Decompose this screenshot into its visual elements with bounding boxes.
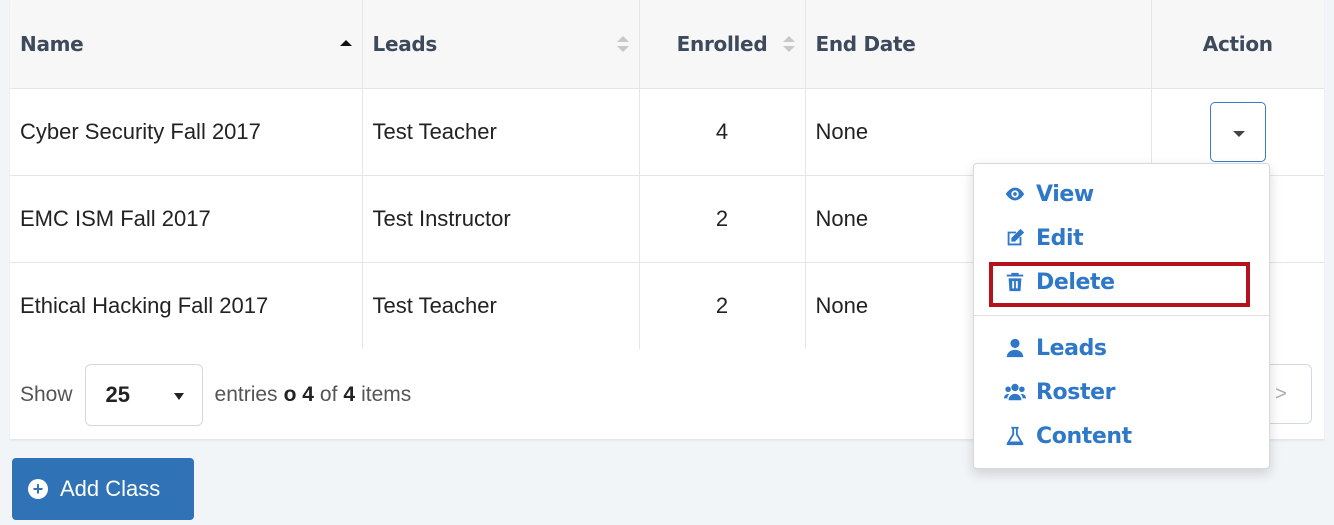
cell-enrolled: 4 [639,88,806,175]
chevron-down-icon [173,393,184,400]
column-header-name[interactable]: Name [10,0,363,88]
cell-name: Cyber Security Fall 2017 [10,88,363,175]
column-header-action-label: Action [1202,31,1273,56]
menu-item-label: View [1036,181,1094,207]
column-header-end-date-label: End Date [815,31,916,56]
menu-item-roster[interactable]: Roster [1004,374,1115,410]
show-label: Show [20,383,73,406]
menu-item-content[interactable]: Content [1004,418,1132,454]
menu-divider [974,315,1269,316]
sort-asc-icon [339,38,352,58]
of-label: of [319,383,338,406]
column-header-name-label: Name [20,31,84,56]
plus-circle-icon: + [28,479,48,499]
user-icon [1006,338,1024,358]
cell-enrolled: 2 [639,175,806,262]
cell-name: Ethical Hacking Fall 2017 [10,262,363,349]
eye-icon [1005,187,1025,201]
entries-label: entries [214,383,278,406]
column-header-enrolled-label: Enrolled [676,31,768,56]
add-class-label: Add Class [60,476,161,501]
users-icon [1004,383,1026,401]
table-header-row: Name Leads Enrolled End Date Action [10,0,1324,88]
delete-highlight-box [989,262,1250,307]
total-count: 4 [343,383,356,406]
sort-icon [616,34,629,54]
action-dropdown-button[interactable] [1209,101,1266,162]
column-header-action: Action [1151,0,1324,88]
cell-action [1151,88,1324,175]
menu-item-label: Content [1036,423,1132,449]
table-row: Cyber Security Fall 2017 Test Teacher 4 … [10,88,1324,175]
column-header-leads-label: Leads [372,31,438,56]
cell-enrolled: 2 [639,262,806,349]
menu-item-label: Edit [1036,225,1084,251]
page-size-select[interactable]: 25 [84,364,203,426]
cell-end-date: None [805,88,1152,175]
menu-item-view[interactable]: View [1004,176,1094,212]
flask-icon [1006,426,1024,446]
menu-item-leads[interactable]: Leads [1004,330,1107,366]
caret-down-icon [1232,130,1245,137]
column-header-end-date[interactable]: End Date [805,0,1152,88]
menu-item-label: Roster [1036,379,1116,405]
sort-icon [782,34,795,54]
column-header-enrolled[interactable]: Enrolled [639,0,806,88]
menu-item-edit[interactable]: Edit [1004,220,1084,256]
cell-leads: Test Teacher [362,262,640,349]
menu-item-label: Leads [1036,335,1107,361]
edit-icon [1007,228,1025,246]
column-header-leads[interactable]: Leads [362,0,640,88]
range-text: o 4 [283,383,314,406]
cell-leads: Test Teacher [362,88,640,175]
cell-leads: Test Instructor [362,175,640,262]
action-dropdown-menu: View Edit Delete Leads Roster Content [973,163,1270,469]
page-size-value: 25 [105,382,131,407]
cell-name: EMC ISM Fall 2017 [10,175,363,262]
add-class-button[interactable]: + Add Class [12,458,194,520]
items-label: items [361,383,412,406]
